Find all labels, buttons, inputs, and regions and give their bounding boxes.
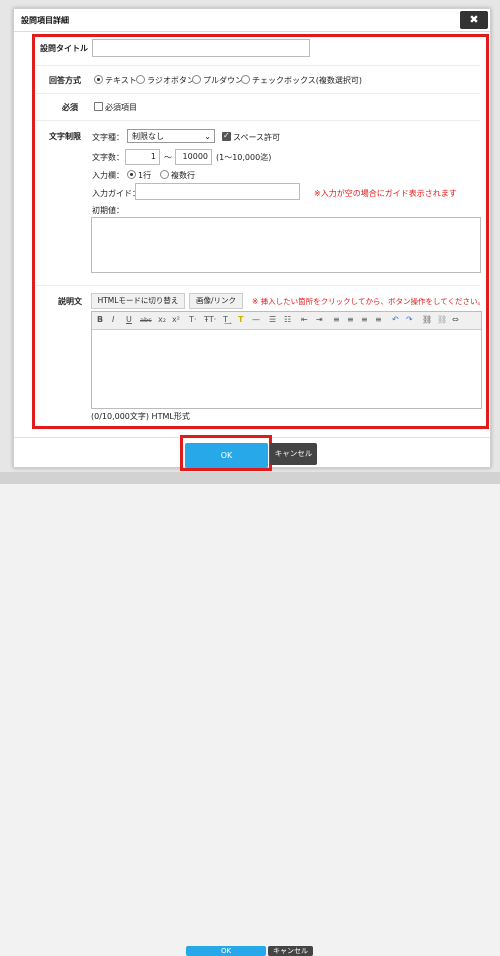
- font-size-alt-icon[interactable]: ŦT·: [204, 315, 216, 324]
- required-label: 必須: [62, 103, 78, 112]
- redo-icon[interactable]: ↷: [406, 315, 413, 324]
- cancel-button[interactable]: キャンセル: [270, 443, 317, 465]
- bullet-list-icon[interactable]: ☰: [269, 315, 276, 324]
- strikethrough-icon[interactable]: abc: [140, 316, 152, 324]
- radio-checkbox[interactable]: [241, 75, 250, 84]
- image-link-button[interactable]: 画像/リンク: [189, 293, 243, 309]
- char-type-select[interactable]: 制限なし ⌄: [127, 129, 215, 143]
- initial-label: 初期値：: [92, 206, 124, 215]
- char-limit-label: 文字制限: [49, 132, 81, 141]
- rich-text-editor[interactable]: B I U abc x₂ x² T· ŦT· T͢ T — ☰ ☷ ⇤ ⇥ ≡ …: [91, 311, 482, 409]
- input-field-label: 入力欄：: [92, 171, 124, 180]
- required-checkbox-label: 必須項目: [105, 103, 137, 112]
- radio-radio-button-label: ラジオボタン: [147, 76, 195, 85]
- bold-icon[interactable]: B: [97, 315, 103, 324]
- background-ok-button: OK: [186, 946, 266, 956]
- radio-single-line[interactable]: [127, 170, 136, 179]
- question-title-label: 設問タイトル: [40, 44, 88, 53]
- divider: [36, 65, 480, 66]
- link-icon[interactable]: ⛓: [422, 315, 432, 324]
- align-center-icon[interactable]: ≡: [347, 315, 354, 324]
- space-allow-checkbox[interactable]: [222, 131, 231, 141]
- font-size-icon[interactable]: T·: [189, 315, 196, 324]
- horizontal-rule-icon[interactable]: —: [252, 315, 260, 324]
- initial-textarea[interactable]: [91, 217, 481, 273]
- required-checkbox[interactable]: [94, 102, 103, 111]
- char-min-input[interactable]: 1: [125, 149, 160, 165]
- radio-text-label: テキスト: [105, 76, 137, 85]
- radio-single-line-label: 1行: [138, 171, 152, 180]
- indent-icon[interactable]: ⇥: [316, 315, 323, 324]
- radio-multi-line-label: 複数行: [171, 171, 195, 180]
- description-hint: ※ 挿入したい箇所をクリックしてから、ボタン操作をしてください。: [252, 297, 485, 306]
- chevron-down-icon: ⌄: [204, 132, 211, 141]
- italic-icon[interactable]: I: [112, 315, 114, 324]
- guide-label: 入力ガイド：: [92, 189, 140, 198]
- editor-toolbar: B I U abc x₂ x² T· ŦT· T͢ T — ☰ ☷ ⇤ ⇥ ≡ …: [92, 312, 481, 330]
- html-mode-button[interactable]: HTMLモードに切り替え: [91, 293, 185, 309]
- char-type-label: 文字種：: [92, 133, 124, 142]
- divider: [36, 93, 480, 94]
- radio-text[interactable]: [94, 75, 103, 84]
- question-title-input[interactable]: [92, 39, 310, 57]
- superscript-icon[interactable]: x²: [172, 315, 180, 324]
- char-type-value: 制限なし: [132, 132, 164, 141]
- align-right-icon[interactable]: ≡: [361, 315, 368, 324]
- dialog-title: 設問項目詳細: [21, 16, 69, 25]
- char-count-label: 文字数：: [92, 153, 124, 162]
- unlink-icon[interactable]: ⛓: [437, 315, 447, 324]
- align-left-icon[interactable]: ≡: [333, 315, 340, 324]
- divider: [36, 285, 480, 286]
- char-counter: (0/10,000文字) HTML形式: [91, 412, 190, 421]
- text-color-icon[interactable]: T: [238, 315, 243, 324]
- answer-type-label: 回答方式: [49, 76, 81, 85]
- radio-checkbox-label: チェックボックス(複数選択可): [252, 76, 363, 85]
- numbered-list-icon[interactable]: ☷: [284, 315, 291, 324]
- guide-note: ※入力が空の場合にガイド表示されます: [314, 189, 457, 198]
- char-max-input[interactable]: 10000: [175, 149, 212, 165]
- radio-pulldown-label: プルダウン: [203, 76, 243, 85]
- space-allow-label: スペース許可: [233, 133, 281, 142]
- underline-icon[interactable]: U: [126, 315, 132, 324]
- radio-pulldown[interactable]: [192, 75, 201, 84]
- source-icon[interactable]: ⇔: [452, 315, 459, 324]
- question-detail-dialog: 設問項目詳細 ✖ 設問タイトル 回答方式 テキスト ラジオボタン プルダウン チ…: [13, 8, 491, 471]
- dialog-titlebar: 設問項目詳細 ✖: [14, 9, 490, 32]
- background-cancel-button: キャンセル: [268, 946, 313, 956]
- range-tilde: 〜: [164, 153, 172, 162]
- radio-multi-line[interactable]: [160, 170, 169, 179]
- text-format-icon[interactable]: T͢: [223, 315, 228, 324]
- description-label: 説明文: [58, 297, 82, 306]
- background-footer: OK キャンセル: [0, 472, 500, 956]
- close-icon[interactable]: ✖: [460, 11, 488, 29]
- undo-icon[interactable]: ↶: [392, 315, 399, 324]
- divider: [36, 120, 480, 121]
- range-note: (1〜10,000迄): [216, 153, 272, 162]
- align-justify-icon[interactable]: ≡: [375, 315, 382, 324]
- radio-radio-button[interactable]: [136, 75, 145, 84]
- outdent-icon[interactable]: ⇤: [301, 315, 308, 324]
- guide-input[interactable]: [135, 183, 300, 200]
- subscript-icon[interactable]: x₂: [158, 315, 166, 324]
- ok-highlight-frame: [180, 435, 272, 471]
